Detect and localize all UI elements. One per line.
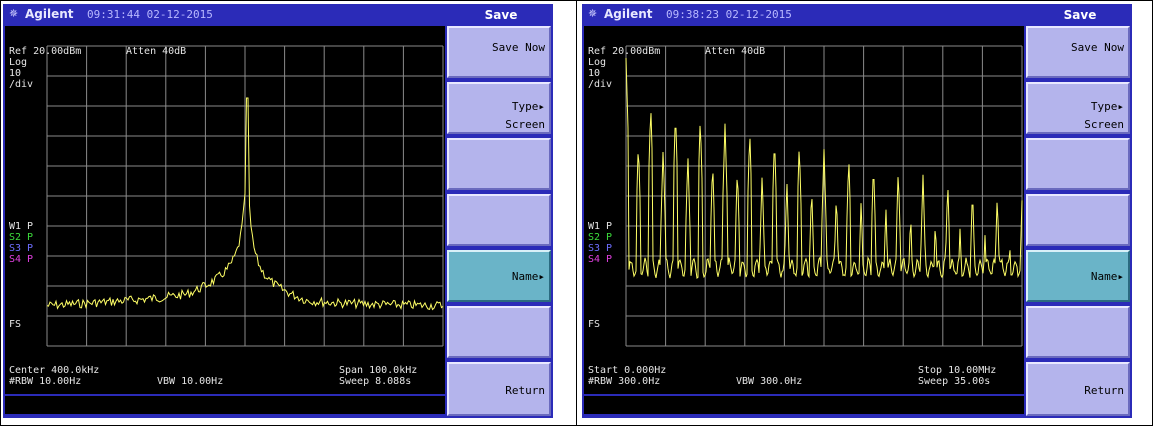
blank-softkey-4[interactable] bbox=[447, 194, 551, 246]
start-freq: Start 0.000Hz bbox=[588, 365, 667, 376]
status-bar bbox=[584, 396, 1024, 414]
trace-s2: S2 P bbox=[9, 232, 34, 243]
trace-s4: S4 P bbox=[588, 254, 613, 265]
trace-w1: W1 P bbox=[9, 221, 34, 232]
blank-softkey-3[interactable] bbox=[447, 138, 551, 190]
trace-s3: S3 P bbox=[588, 243, 613, 254]
type-button[interactable]: Type▸ Screen bbox=[447, 82, 551, 134]
atten-label: Atten 40dB bbox=[126, 46, 187, 57]
scale-unit: /div bbox=[9, 79, 34, 90]
clock-label: 09:38:23 02-12-2015 bbox=[666, 8, 792, 21]
blank-softkey-6[interactable] bbox=[1026, 306, 1130, 358]
menu-title: Save bbox=[484, 8, 518, 22]
trace-s2: S2 P bbox=[588, 232, 613, 243]
analyzer-screen-2: ✵ Agilent 09:38:23 02-12-2015 Save Ref 2… bbox=[582, 4, 1132, 418]
stop-freq: Stop 10.00MHz bbox=[918, 365, 997, 376]
name-button[interactable]: Name▸ bbox=[447, 250, 551, 302]
title-bar: ✵ Agilent 09:31:44 02-12-2015 bbox=[3, 4, 449, 26]
atten-label: Atten 40dB bbox=[705, 46, 766, 57]
return-button[interactable]: Return bbox=[447, 362, 551, 416]
blank-softkey-4[interactable] bbox=[1026, 194, 1130, 246]
brand-label: Agilent bbox=[25, 7, 74, 21]
vbw-label: VBW 300.0Hz bbox=[736, 376, 803, 387]
save-now-button[interactable]: Save Now bbox=[1026, 26, 1130, 78]
span-label: Span 100.0kHz bbox=[339, 365, 418, 376]
trace-s4: S4 P bbox=[9, 254, 34, 265]
menu-title: Save bbox=[1063, 8, 1097, 22]
save-now-button[interactable]: Save Now bbox=[447, 26, 551, 78]
rbw-label: #RBW 300.0Hz bbox=[588, 376, 661, 387]
status-bar bbox=[5, 396, 445, 414]
sweep-label: Sweep 35.00s bbox=[918, 376, 991, 387]
agilent-spark-icon: ✵ bbox=[9, 7, 19, 20]
center-freq: Center 400.0kHz bbox=[9, 365, 100, 376]
trace-w1: W1 P bbox=[588, 221, 613, 232]
sweep-label: Sweep 8.088s bbox=[339, 376, 412, 387]
scale-log: Log bbox=[9, 57, 28, 68]
spectrum-plot bbox=[625, 45, 1023, 347]
blank-softkey-6[interactable] bbox=[447, 306, 551, 358]
return-button[interactable]: Return bbox=[1026, 362, 1130, 416]
title-bar: ✵ Agilent 09:38:23 02-12-2015 bbox=[582, 4, 1028, 26]
name-button[interactable]: Name▸ bbox=[1026, 250, 1130, 302]
agilent-spark-icon: ✵ bbox=[588, 7, 598, 20]
trace-display: Ref 20.00dBm Atten 40dB Log 10 /div W1 P… bbox=[5, 26, 445, 394]
fs-label: FS bbox=[9, 319, 22, 330]
scale-unit: /div bbox=[588, 79, 613, 90]
scale-value: 10 bbox=[9, 68, 22, 79]
scale-value: 10 bbox=[588, 68, 601, 79]
fs-label: FS bbox=[588, 319, 601, 330]
scale-log: Log bbox=[588, 57, 607, 68]
ref-level: Ref 20.00dBm bbox=[9, 46, 82, 57]
type-button[interactable]: Type▸ Screen bbox=[1026, 82, 1130, 134]
spectrum-plot bbox=[46, 45, 444, 347]
analyzer-screen-1: ✵ Agilent 09:31:44 02-12-2015 Save Ref 2… bbox=[3, 4, 553, 418]
brand-label: Agilent bbox=[604, 7, 653, 21]
blank-softkey-3[interactable] bbox=[1026, 138, 1130, 190]
rbw-label: #RBW 10.00Hz bbox=[9, 376, 82, 387]
trace-s3: S3 P bbox=[9, 243, 34, 254]
clock-label: 09:31:44 02-12-2015 bbox=[87, 8, 213, 21]
vbw-label: VBW 10.00Hz bbox=[157, 376, 224, 387]
ref-level: Ref 20.00dBm bbox=[588, 46, 661, 57]
trace-display: Ref 20.00dBm Atten 40dB Log 10 /div W1 P… bbox=[584, 26, 1024, 394]
